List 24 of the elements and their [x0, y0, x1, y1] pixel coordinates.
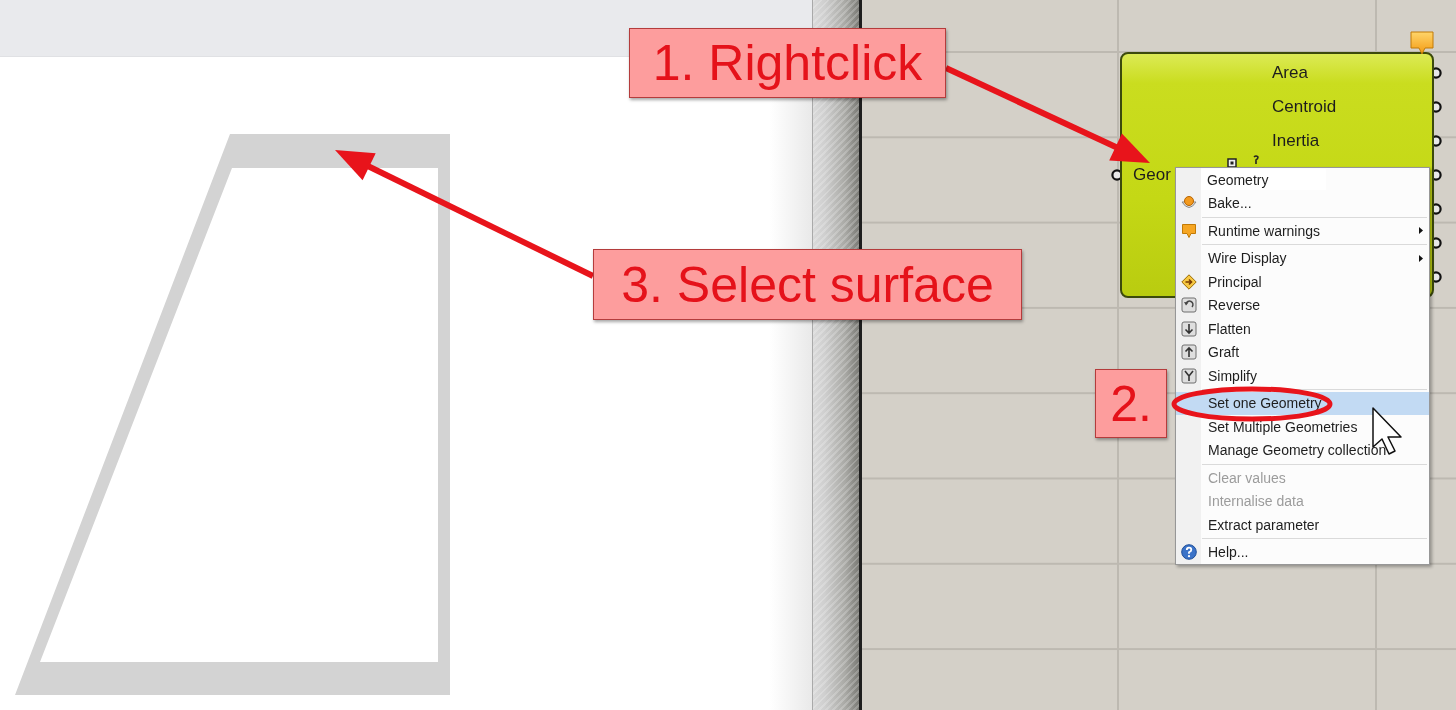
help-icon	[1180, 544, 1197, 561]
menu-item[interactable]: Set Multiple Geometries	[1176, 415, 1429, 439]
menu-item[interactable]: Graft	[1176, 340, 1429, 364]
menu-item[interactable]: Extract parameter	[1176, 513, 1429, 537]
output-label: Area	[1272, 62, 1309, 84]
menu-item[interactable]: Wire Display	[1176, 246, 1429, 270]
menu-item[interactable]: Flatten	[1176, 317, 1429, 341]
balloon-icon	[1180, 222, 1197, 239]
callout: 3. Select surface	[593, 249, 1022, 320]
menu-item[interactable]: Manage Geometry collection	[1176, 438, 1429, 462]
square-icon	[1227, 158, 1237, 168]
menu-item[interactable]: Simplify	[1176, 364, 1429, 388]
menu-item[interactable]: Help...	[1176, 540, 1429, 564]
output-label: Inertia	[1272, 130, 1321, 152]
menu-item[interactable]: Bake...	[1176, 191, 1429, 215]
output-label: Centroid	[1272, 96, 1337, 118]
input-label: Geor	[1133, 165, 1171, 185]
callout: 1. Rightclick	[629, 28, 946, 98]
menu-item[interactable]: Principal	[1176, 270, 1429, 294]
callout: 2.	[1095, 369, 1167, 438]
diamond-arrow-icon	[1180, 273, 1197, 290]
menu-item[interactable]: Runtime warnings	[1176, 219, 1429, 243]
funnel-icon	[1180, 367, 1197, 384]
hook-icon	[1253, 155, 1259, 165]
